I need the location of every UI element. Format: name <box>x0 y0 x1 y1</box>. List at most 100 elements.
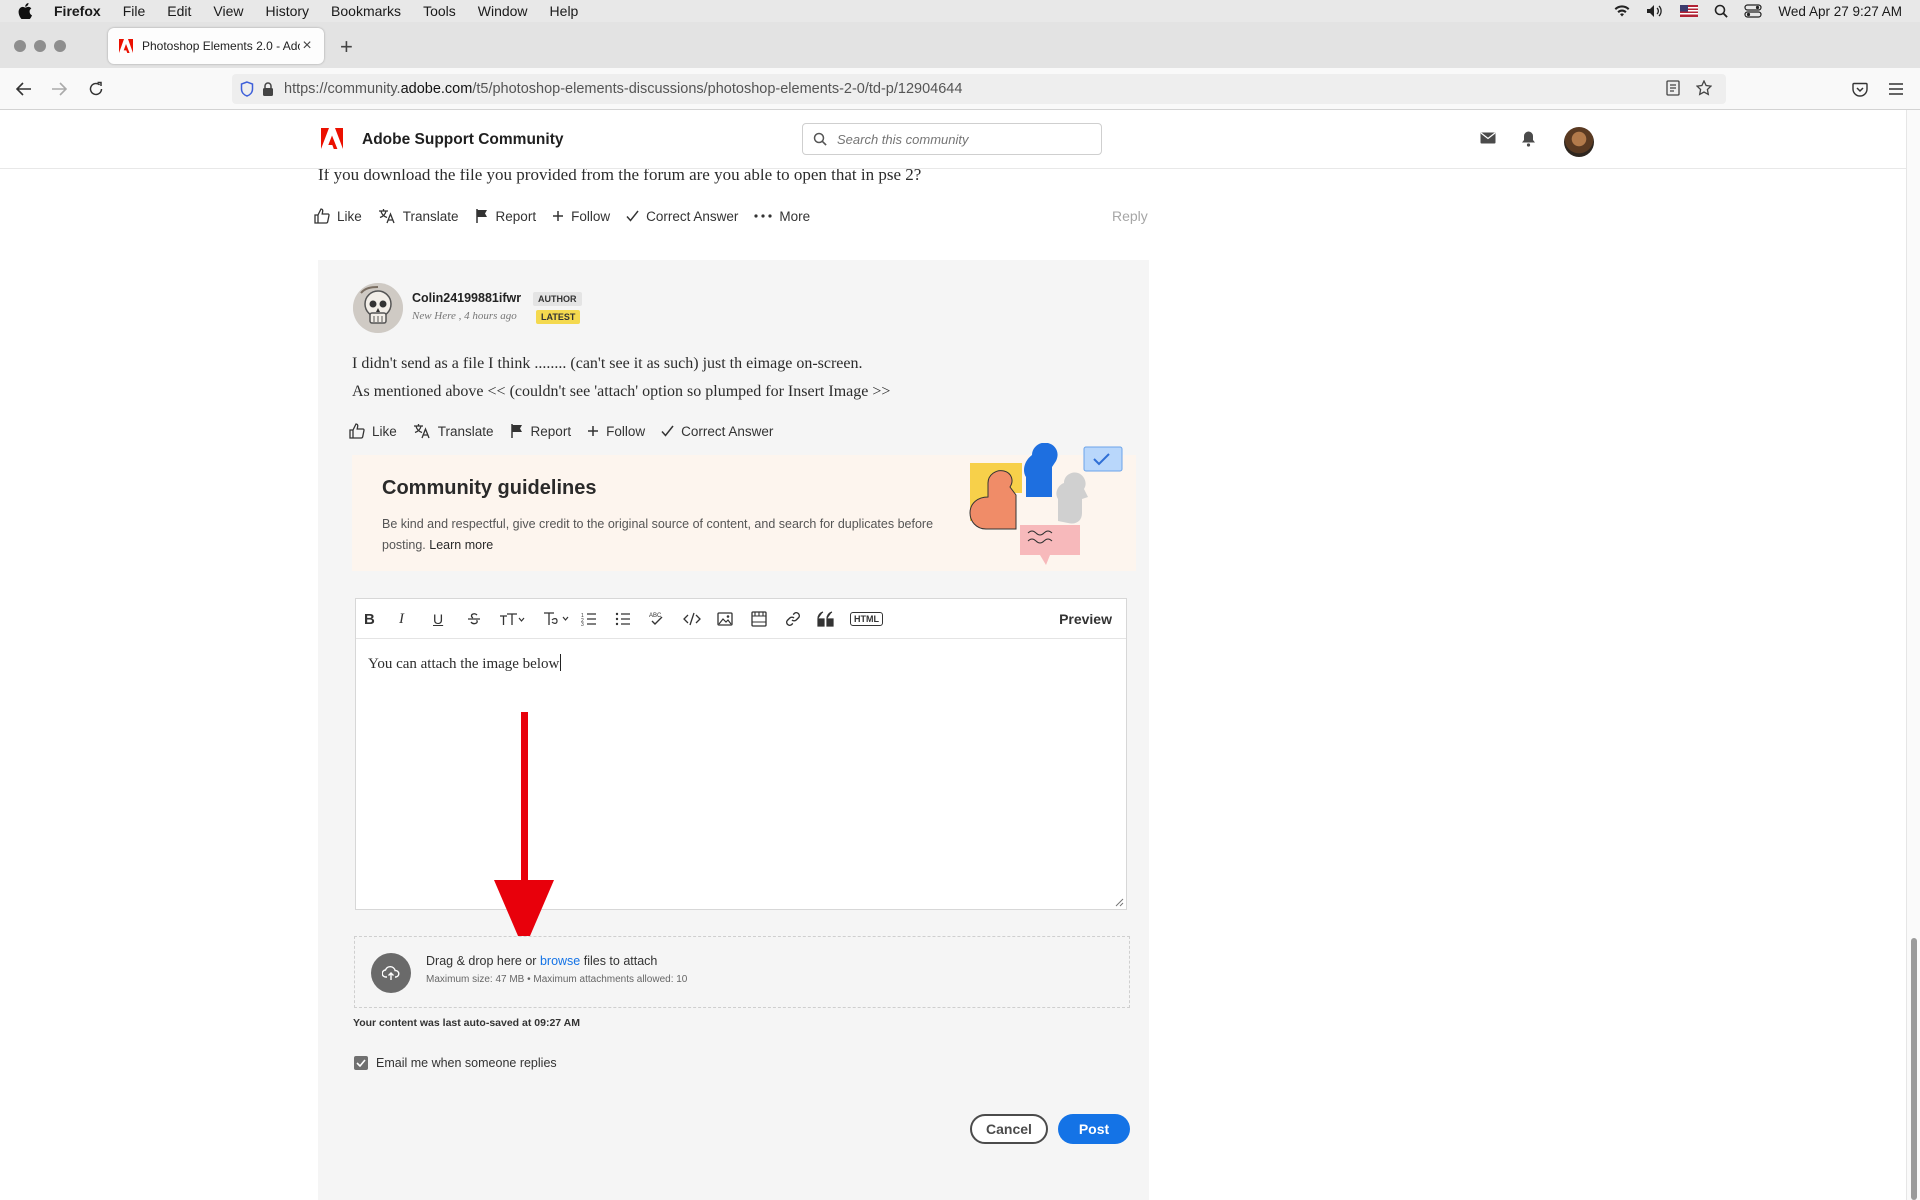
scrollbar-thumb[interactable] <box>1911 938 1917 1200</box>
underline-icon[interactable]: U <box>433 609 443 629</box>
preview-button[interactable]: Preview <box>1059 611 1112 627</box>
community-illustration-icon <box>969 443 1123 565</box>
correct-answer-button[interactable]: Correct Answer <box>626 209 738 224</box>
us-flag-icon[interactable] <box>1680 5 1699 17</box>
post-line-2: As mentioned above << (couldn't see 'att… <box>352 383 891 400</box>
translate-icon <box>413 424 430 439</box>
menu-tools[interactable]: Tools <box>423 3 456 19</box>
tracking-protection-shield-icon[interactable] <box>240 81 254 97</box>
search-icon <box>813 132 827 146</box>
menu-bookmarks[interactable]: Bookmarks <box>331 3 401 19</box>
forward-arrow-icon <box>52 82 67 96</box>
upload-icon[interactable] <box>371 953 411 993</box>
thumbs-up-icon <box>314 208 330 224</box>
page-scrollbar[interactable] <box>1906 110 1920 1200</box>
report-button[interactable]: Report <box>510 423 571 439</box>
menu-help[interactable]: Help <box>550 3 579 19</box>
translate-button[interactable]: Translate <box>413 423 494 439</box>
strikethrough-icon[interactable] <box>467 609 481 629</box>
insert-link-icon[interactable] <box>785 609 801 629</box>
learn-more-link[interactable]: Learn more <box>429 538 493 552</box>
pocket-button[interactable] <box>1850 79 1870 99</box>
browse-files-link[interactable]: browse <box>540 954 580 968</box>
bullet-list-icon[interactable] <box>615 609 631 629</box>
like-button[interactable]: Like <box>314 208 362 224</box>
post-username[interactable]: Colin24199881ifwr <box>412 291 521 305</box>
attachment-dropzone[interactable]: Drag & drop here or browse files to atta… <box>354 936 1130 1008</box>
search-input[interactable] <box>837 131 1077 147</box>
quote-icon[interactable] <box>817 609 835 629</box>
flag-icon <box>475 209 487 223</box>
correct-answer-button[interactable]: Correct Answer <box>661 424 773 439</box>
insert-image-icon[interactable] <box>717 609 733 629</box>
html-source-icon[interactable]: HTML <box>850 609 883 629</box>
minimize-window-button[interactable] <box>34 40 46 52</box>
url-text[interactable]: https://community.adobe.com/t5/photoshop… <box>284 81 962 97</box>
post-meta: New Here , 4 hours ago <box>412 310 517 322</box>
resize-handle-icon[interactable] <box>1114 897 1124 907</box>
new-tab-button[interactable]: + <box>340 34 353 60</box>
close-window-button[interactable] <box>14 40 26 52</box>
reload-button[interactable] <box>86 79 106 99</box>
reply-button[interactable]: Reply <box>1112 208 1148 224</box>
more-button[interactable]: More <box>754 209 810 224</box>
report-button[interactable]: Report <box>475 208 536 224</box>
close-tab-icon[interactable]: × <box>300 37 314 55</box>
translate-icon <box>378 209 395 224</box>
back-arrow-icon <box>16 82 31 96</box>
address-bar[interactable]: https://community.adobe.com/t5/photoshop… <box>232 74 1726 104</box>
code-icon[interactable] <box>683 609 701 629</box>
volume-icon[interactable] <box>1646 4 1664 18</box>
notifications-bell-icon[interactable] <box>1521 130 1536 147</box>
apple-icon[interactable] <box>18 3 36 19</box>
site-brand-title[interactable]: Adobe Support Community <box>362 131 564 149</box>
menu-history[interactable]: History <box>265 3 309 19</box>
menu-app-firefox[interactable]: Firefox <box>54 3 101 19</box>
follow-button[interactable]: Follow <box>552 209 610 224</box>
italic-icon[interactable]: I <box>399 609 404 629</box>
back-button[interactable] <box>14 79 34 99</box>
text-style-icon[interactable] <box>543 609 571 629</box>
post-button[interactable]: Post <box>1058 1114 1130 1144</box>
checkmark-icon <box>356 1059 366 1067</box>
lock-icon[interactable] <box>262 81 274 97</box>
cancel-button[interactable]: Cancel <box>970 1114 1048 1144</box>
bookmark-star-icon[interactable] <box>1695 79 1713 100</box>
email-notify-checkbox[interactable] <box>354 1056 368 1070</box>
bold-icon[interactable]: B <box>364 609 375 629</box>
browser-tab-active[interactable]: Photoshop Elements 2.0 - Adob × <box>108 28 324 64</box>
browser-tabstrip: Photoshop Elements 2.0 - Adob × + <box>0 22 1920 68</box>
hamburger-menu-icon <box>1889 83 1903 95</box>
translate-button[interactable]: Translate <box>378 208 459 224</box>
app-menu-button[interactable] <box>1886 79 1906 99</box>
red-annotation-arrow-icon <box>494 712 554 950</box>
like-button[interactable]: Like <box>349 423 397 439</box>
post-actions: Like Translate Report Follow Correct Ans… <box>349 423 789 439</box>
menubar-clock[interactable]: Wed Apr 27 9:27 AM <box>1778 4 1902 19</box>
adobe-logo-icon[interactable] <box>320 128 344 150</box>
zoom-window-button[interactable] <box>54 40 66 52</box>
forward-button[interactable] <box>49 79 69 99</box>
reader-view-icon[interactable] <box>1666 80 1680 100</box>
plus-icon <box>553 211 564 221</box>
spellcheck-icon[interactable]: ABC <box>649 609 665 629</box>
user-avatar[interactable] <box>1564 127 1594 157</box>
community-search[interactable] <box>802 123 1102 155</box>
editor-text-area[interactable]: You can attach the image below <box>368 654 562 673</box>
wifi-icon[interactable] <box>1614 5 1630 17</box>
insert-video-icon[interactable] <box>751 609 767 629</box>
follow-button[interactable]: Follow <box>587 424 645 439</box>
messages-envelope-icon[interactable] <box>1480 132 1496 144</box>
ordered-list-icon[interactable]: 123 <box>581 609 597 629</box>
menu-file[interactable]: File <box>123 3 146 19</box>
previous-reply-actions: Like Translate Report Follow Correct Ans… <box>314 208 826 224</box>
post-author-avatar[interactable] <box>353 283 403 333</box>
spotlight-search-icon[interactable] <box>1714 4 1729 18</box>
control-center-icon[interactable] <box>1744 4 1763 18</box>
font-size-icon[interactable] <box>499 609 525 629</box>
menu-window[interactable]: Window <box>478 3 528 19</box>
browser-navbar: https://community.adobe.com/t5/photoshop… <box>0 68 1920 110</box>
email-notify-option[interactable]: Email me when someone replies <box>354 1056 557 1070</box>
menu-edit[interactable]: Edit <box>167 3 191 19</box>
menu-view[interactable]: View <box>213 3 243 19</box>
